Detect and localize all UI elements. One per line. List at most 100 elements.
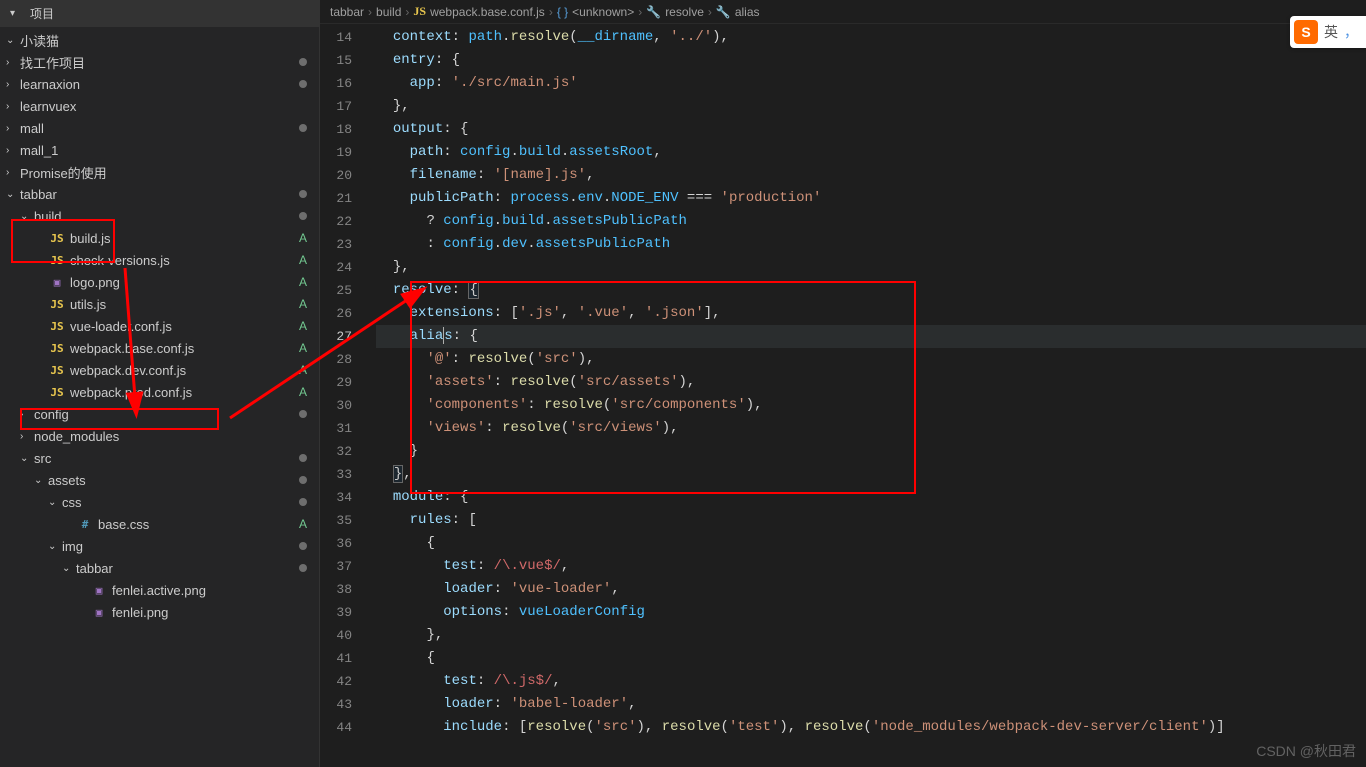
symbol-icon: { } (557, 5, 568, 19)
wrench-icon: 🔧 (646, 5, 661, 19)
bc-segment[interactable]: alias (735, 5, 760, 19)
git-modified-dot (299, 80, 307, 88)
git-status-badge: A (299, 319, 307, 333)
js-file-icon: JS (48, 254, 66, 267)
file-name: webpack.dev.conf.js (70, 363, 186, 378)
code-editor[interactable]: 1415161718192021222324252627282930313233… (320, 24, 1366, 767)
code-content[interactable]: context: path.resolve(__dirname, '../'),… (376, 24, 1366, 767)
git-modified-dot (299, 58, 307, 66)
file-tree[interactable]: ⌄小读猫›找工作项目›learnaxion›learnvuex›mall›mal… (0, 27, 319, 767)
chevron-right-icon: › (20, 431, 34, 442)
chevron-right-icon: › (638, 5, 642, 19)
bc-segment[interactable]: build (376, 5, 401, 19)
file-name: fenlei.active.png (112, 583, 206, 598)
file-item[interactable]: ▣logo.pngA (0, 271, 319, 293)
bc-segment[interactable]: <unknown> (572, 5, 634, 19)
folder-name: Promise的使用 (20, 163, 107, 182)
folder-item[interactable]: ⌄build (0, 205, 319, 227)
git-modified-dot (299, 498, 307, 506)
git-modified-dot (299, 212, 307, 220)
git-status-badge: A (299, 231, 307, 245)
chevron-right-icon: › (708, 5, 712, 19)
ime-lang[interactable]: 英 (1324, 22, 1338, 42)
folder-item[interactable]: ⌄小读猫 (0, 29, 319, 51)
ime-punct[interactable]: ， (1344, 22, 1358, 42)
file-item[interactable]: #base.cssA (0, 513, 319, 535)
file-name: check-versions.js (70, 253, 170, 268)
file-item[interactable]: JS check-versions.js A (0, 249, 319, 271)
git-status-badge: A (299, 363, 307, 377)
file-item[interactable]: JS webpack.dev.conf.js A (0, 359, 319, 381)
file-item[interactable]: JSwebpack.prod.conf.jsA (0, 381, 319, 403)
ime-toolbar[interactable]: S 英 ， (1290, 16, 1366, 48)
bc-segment[interactable]: resolve (665, 5, 704, 19)
file-name: logo.png (70, 275, 120, 290)
folder-name: mall (20, 121, 44, 136)
folder-item[interactable]: ›mall_1 (0, 139, 319, 161)
folder-item[interactable]: ›config (0, 403, 319, 425)
sidebar-header[interactable]: ▾ 项目 (0, 0, 319, 27)
folder-item[interactable]: ⌄img (0, 535, 319, 557)
chevron-down-icon: ⌄ (6, 189, 20, 200)
chevron-down-icon: ⌄ (48, 497, 62, 508)
file-item[interactable]: ▣ fenlei.png (0, 601, 319, 623)
folder-name: assets (48, 473, 86, 488)
chevron-right-icon: › (6, 101, 20, 112)
folder-name: config (34, 407, 69, 422)
file-item[interactable]: ▣fenlei.active.png (0, 579, 319, 601)
sidebar-title: 项目 (30, 5, 54, 22)
folder-item[interactable]: ›learnvuex (0, 95, 319, 117)
bc-segment[interactable]: tabbar (330, 5, 364, 19)
file-item[interactable]: JSutils.jsA (0, 293, 319, 315)
folder-item[interactable]: ⌄tabbar (0, 183, 319, 205)
folder-item[interactable]: ⌄assets (0, 469, 319, 491)
folder-name: css (62, 495, 82, 510)
folder-item[interactable]: ⌄css (0, 491, 319, 513)
git-status-badge: A (299, 275, 307, 289)
js-file-icon: JS (48, 386, 66, 399)
folder-name: mall_1 (20, 143, 58, 158)
file-item[interactable]: JSvue-loader.conf.jsA (0, 315, 319, 337)
chevron-down-icon: ⌄ (20, 453, 34, 464)
file-item[interactable]: JSbuild.jsA (0, 227, 319, 249)
bc-segment[interactable]: webpack.base.conf.js (430, 5, 545, 19)
folder-item[interactable]: ›找工作项目 (0, 51, 319, 73)
explorer-sidebar: ▾ 项目 ⌄小读猫›找工作项目›learnaxion›learnvuex›mal… (0, 0, 320, 767)
git-status-badge: A (299, 253, 307, 267)
chevron-right-icon: › (405, 5, 409, 19)
chevron-right-icon: › (6, 123, 20, 134)
folder-name: 找工作项目 (20, 53, 85, 72)
wrench-icon: 🔧 (716, 5, 731, 19)
git-modified-dot (299, 124, 307, 132)
file-item[interactable]: JSwebpack.base.conf.jsA (0, 337, 319, 359)
folder-item[interactable]: ⌄src (0, 447, 319, 469)
folder-name: tabbar (76, 561, 113, 576)
chevron-right-icon: › (6, 145, 20, 156)
css-file-icon: # (76, 518, 94, 531)
chevron-right-icon: › (6, 79, 20, 90)
js-file-icon: JS (48, 364, 66, 377)
folder-name: src (34, 451, 51, 466)
folder-item[interactable]: ›learnaxion (0, 73, 319, 95)
git-modified-dot (299, 190, 307, 198)
folder-name: node_modules (34, 429, 119, 444)
breadcrumb[interactable]: tabbar › build › JS webpack.base.conf.js… (320, 0, 1366, 24)
folder-name: build (34, 209, 61, 224)
folder-item[interactable]: ›Promise的使用 (0, 161, 319, 183)
folder-item[interactable]: ⌄tabbar (0, 557, 319, 579)
git-status-badge: A (299, 297, 307, 311)
folder-name: tabbar (20, 187, 57, 202)
git-modified-dot (299, 542, 307, 550)
img-file-icon: ▣ (90, 606, 108, 619)
git-modified-dot (299, 454, 307, 462)
sogou-logo-icon: S (1294, 20, 1318, 44)
chevron-down-icon: ⌄ (6, 35, 20, 46)
js-file-icon: JS (48, 342, 66, 355)
git-modified-dot (299, 410, 307, 418)
folder-item[interactable]: ›node_modules (0, 425, 319, 447)
folder-item[interactable]: ›mall (0, 117, 319, 139)
js-file-icon: JS (48, 320, 66, 333)
file-name: fenlei.png (112, 605, 168, 620)
folder-name: img (62, 539, 83, 554)
chevron-down-icon: ▾ (10, 8, 24, 19)
